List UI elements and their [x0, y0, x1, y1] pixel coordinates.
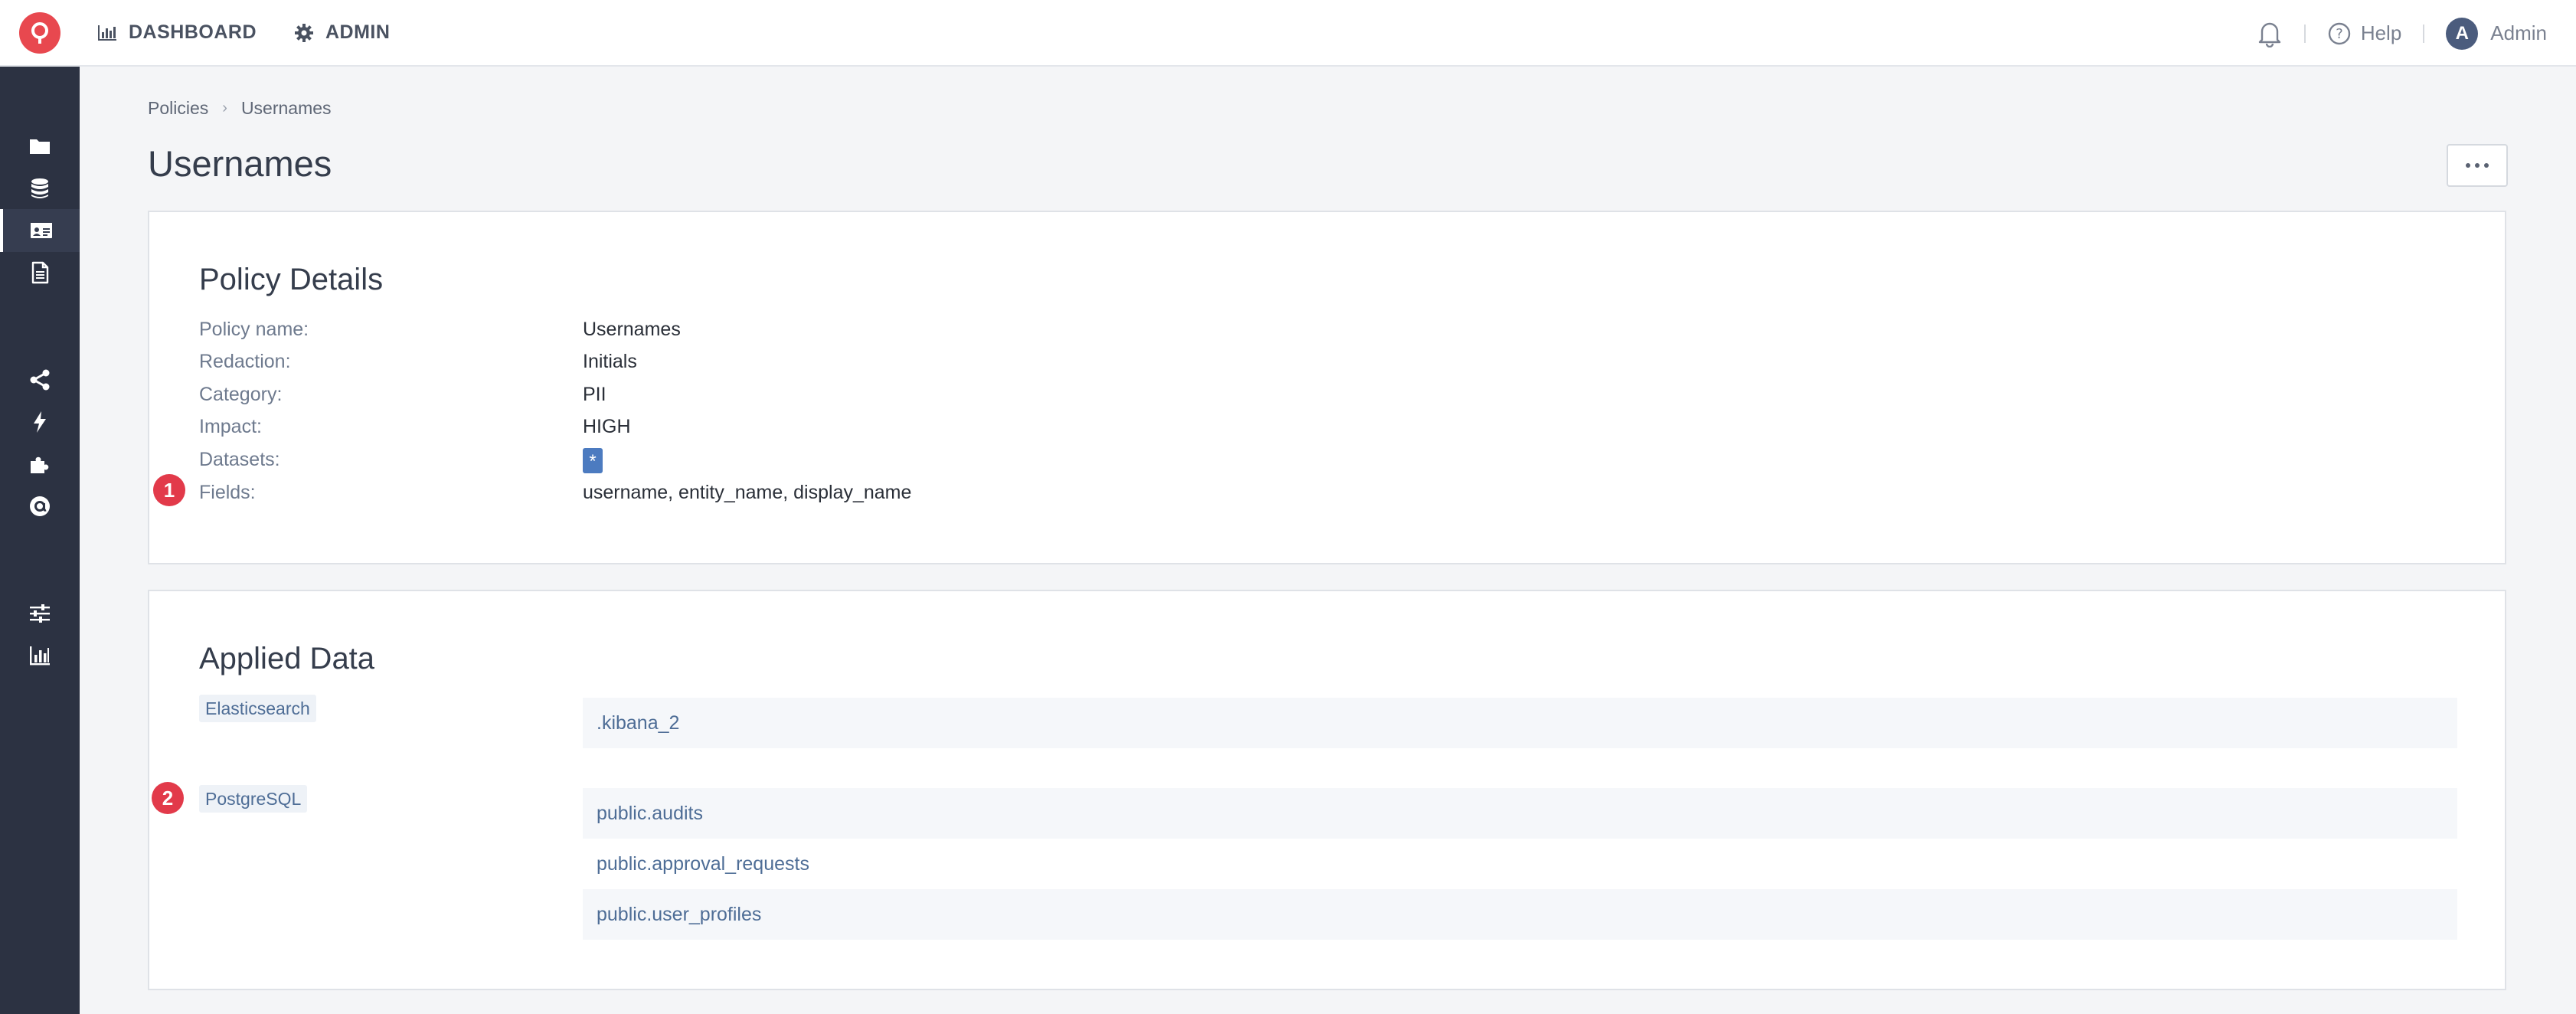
- ellipsis-icon: [2475, 163, 2480, 168]
- bar-chart-icon: [98, 25, 116, 41]
- sidebar-item-analytics[interactable]: [0, 634, 80, 677]
- nav-admin-label: ADMIN: [325, 21, 391, 43]
- impact-value: HIGH: [583, 416, 631, 437]
- help-label: Help: [2360, 21, 2402, 44]
- redaction-value: Initials: [583, 351, 637, 372]
- app-logo[interactable]: [0, 0, 80, 66]
- sidebar-item-integrations[interactable]: [0, 443, 80, 486]
- sidebar: [0, 67, 80, 1014]
- sliders-icon: [30, 604, 50, 623]
- policy-details-card: Policy Details Policy name: Usernames Re…: [148, 211, 2506, 564]
- logo-icon: [19, 11, 60, 54]
- sidebar-item-alerts[interactable]: [0, 485, 80, 528]
- ellipsis-icon: [2466, 163, 2470, 168]
- avatar: A: [2446, 17, 2479, 50]
- source-tag-elasticsearch: Elasticsearch: [199, 695, 316, 722]
- sidebar-item-reports[interactable]: [0, 251, 80, 294]
- more-options-button[interactable]: [2447, 144, 2508, 187]
- user-name: Admin: [2490, 21, 2547, 44]
- puzzle-icon: [31, 456, 49, 473]
- detail-label: Fields:: [199, 482, 256, 503]
- sidebar-item-policies[interactable]: [0, 209, 80, 252]
- sidebar-item-settings[interactable]: [0, 592, 80, 635]
- data-row[interactable]: .kibana_2: [583, 698, 2457, 748]
- share-icon: [30, 369, 50, 391]
- bar-chart-icon: [30, 646, 50, 666]
- gear-icon: [295, 23, 313, 42]
- notifications-button[interactable]: [2257, 20, 2283, 47]
- nav-admin[interactable]: ADMIN: [293, 21, 390, 44]
- sidebar-item-data-sources[interactable]: [0, 167, 80, 210]
- detail-label: Policy name:: [199, 319, 309, 340]
- annotation-marker-2: 2: [152, 782, 184, 814]
- user-menu[interactable]: A Admin: [2446, 17, 2547, 50]
- fields-value: username, entity_name, display_name: [583, 482, 912, 503]
- source-tag-postgresql: PostgreSQL: [199, 785, 308, 813]
- bell-icon: [2258, 22, 2281, 47]
- policy-name-value: Usernames: [583, 319, 681, 340]
- breadcrumb-current: Usernames: [240, 98, 332, 118]
- svg-text:?: ?: [2336, 26, 2343, 42]
- applied-data-card: Applied Data Elasticsearch .kibana_2 Pos…: [148, 590, 2506, 990]
- chevron-right-icon: ›: [222, 100, 227, 116]
- policy-details-title: Policy Details: [199, 263, 384, 296]
- page-title: Usernames: [148, 143, 332, 184]
- sidebar-item-folders[interactable]: [0, 125, 80, 168]
- annotation-marker-1: 1: [153, 474, 185, 506]
- datasets-badge: *: [583, 448, 603, 473]
- data-row[interactable]: public.approval_requests: [583, 839, 2457, 889]
- question-circle-icon: ?: [2328, 22, 2351, 44]
- id-card-icon: [31, 223, 52, 238]
- nav-dashboard[interactable]: DASHBOARD: [96, 21, 257, 44]
- detail-label: Category:: [199, 384, 283, 405]
- breadcrumb: Policies › Usernames: [148, 98, 332, 119]
- applied-data-title: Applied Data: [199, 642, 375, 675]
- breadcrumb-policies[interactable]: Policies: [148, 98, 208, 119]
- detail-label: Datasets:: [199, 449, 280, 470]
- nav-dashboard-label: DASHBOARD: [129, 21, 257, 43]
- at-sign-icon: [30, 496, 50, 516]
- divider: [2423, 24, 2425, 43]
- top-bar: DASHBOARD ADMIN ? Help A Admin: [0, 0, 2576, 67]
- ellipsis-icon: [2484, 163, 2489, 168]
- category-value: PII: [583, 384, 606, 405]
- document-icon: [31, 261, 49, 284]
- datasets-value: *: [583, 448, 603, 473]
- divider: [2303, 24, 2306, 43]
- data-row[interactable]: public.audits: [583, 788, 2457, 839]
- data-row[interactable]: public.user_profiles: [583, 889, 2457, 940]
- help-link[interactable]: ? Help: [2327, 21, 2401, 46]
- detail-label: Redaction:: [199, 351, 291, 372]
- detail-label: Impact:: [199, 416, 262, 437]
- sidebar-item-automation[interactable]: [0, 401, 80, 443]
- database-icon: [31, 178, 48, 198]
- bolt-icon: [34, 411, 46, 433]
- sidebar-item-share[interactable]: [0, 358, 80, 401]
- folder-icon: [30, 139, 50, 154]
